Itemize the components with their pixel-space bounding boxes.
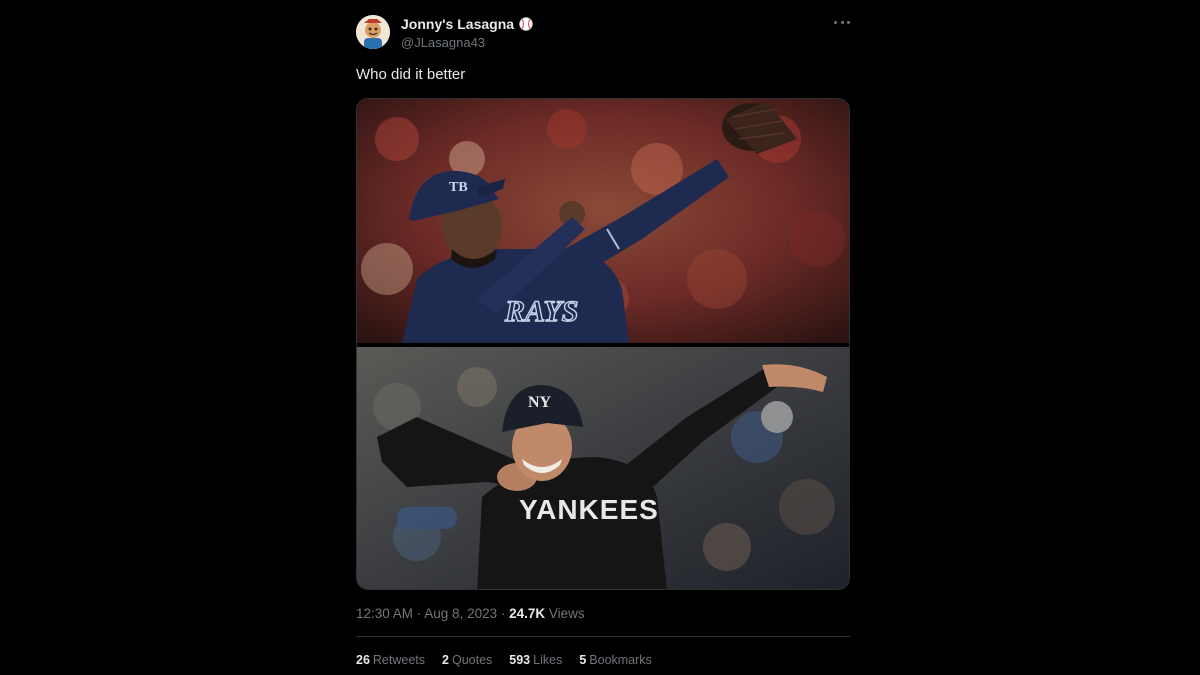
retweets-count: 26 [356,653,370,667]
tweet: Jonny's Lasagna @JLasagna43 Who did it b… [356,0,850,675]
stat-retweets[interactable]: 26 Retweets [356,653,425,667]
jersey-text-bottom: YANKEES [519,494,659,525]
more-options-icon[interactable] [834,16,850,28]
bookmarks-count: 5 [579,653,587,667]
author-info: Jonny's Lasagna @JLasagna43 [401,15,533,50]
tweet-meta: 12:30 AM · Aug 8, 2023 · 24.7K Views [356,606,585,621]
cap-logo-bottom: NY [528,394,552,411]
quotes-count: 2 [442,653,449,667]
likes-label: Likes [533,653,563,667]
author-display-name[interactable]: Jonny's Lasagna [401,16,514,32]
stat-bookmarks[interactable]: 5 Bookmarks [579,653,651,667]
retweets-label: Retweets [372,653,426,667]
quotes-label: Quotes [451,653,493,667]
tweet-timestamp[interactable]: 12:30 AM · Aug 8, 2023 · [356,606,509,621]
likes-count: 593 [509,653,531,667]
author-avatar[interactable] [356,15,390,49]
tweet-text: Who did it better [356,66,466,83]
stat-likes[interactable]: 593 Likes [509,653,562,667]
author-handle[interactable]: @JLasagna43 [401,35,533,50]
divider [356,636,850,637]
cap-logo-top: TB [449,180,468,195]
views-label: Views [545,606,585,621]
engagement-stats: 26 Retweets 2 Quotes 593 Likes 5 Bookmarks [356,653,652,667]
tweet-photo-bottom[interactable]: NY YANKEES [357,347,849,589]
bookmarks-label: Bookmarks [589,653,652,667]
media-grid: TB RAYS NY YANKEES [356,98,850,590]
stat-quotes[interactable]: 2 Quotes [442,653,492,667]
tweet-photo-top[interactable]: TB RAYS [357,99,849,343]
baseball-icon [519,17,533,31]
jersey-text-top: RAYS [504,295,578,328]
views-count: 24.7K [509,606,546,621]
